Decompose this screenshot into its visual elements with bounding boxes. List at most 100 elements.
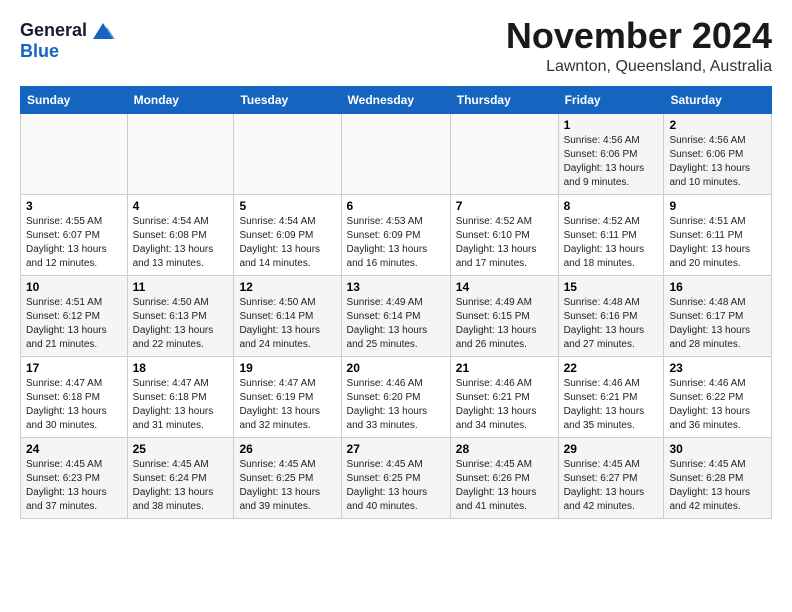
- calendar-cell: [127, 113, 234, 194]
- title-area: November 2024 Lawnton, Queensland, Austr…: [506, 16, 772, 76]
- day-info: Sunrise: 4:54 AM Sunset: 6:09 PM Dayligh…: [239, 215, 335, 271]
- day-number: 30: [669, 442, 766, 456]
- day-number: 19: [239, 361, 335, 375]
- day-info: Sunrise: 4:51 AM Sunset: 6:12 PM Dayligh…: [26, 296, 122, 352]
- calendar-cell: [234, 113, 341, 194]
- day-info: Sunrise: 4:45 AM Sunset: 6:27 PM Dayligh…: [564, 458, 659, 514]
- day-info: Sunrise: 4:46 AM Sunset: 6:20 PM Dayligh…: [347, 377, 445, 433]
- calendar-week-row: 3Sunrise: 4:55 AM Sunset: 6:07 PM Daylig…: [21, 194, 772, 275]
- header-friday: Friday: [558, 86, 664, 113]
- day-info: Sunrise: 4:47 AM Sunset: 6:18 PM Dayligh…: [133, 377, 229, 433]
- header-thursday: Thursday: [450, 86, 558, 113]
- day-info: Sunrise: 4:56 AM Sunset: 6:06 PM Dayligh…: [564, 134, 659, 190]
- calendar-cell: 13 Sunrise: 4:49 AM Sunset: 6:14 PM Dayli…: [341, 275, 450, 356]
- month-title: November 2024: [506, 16, 772, 56]
- day-number: 26: [239, 442, 335, 456]
- location-title: Lawnton, Queensland, Australia: [506, 58, 772, 76]
- calendar-cell: 15 Sunrise: 4:48 AM Sunset: 6:16 PM Dayli…: [558, 275, 664, 356]
- header-monday: Monday: [127, 86, 234, 113]
- calendar-cell: 23 Sunrise: 4:46 AM Sunset: 6:22 PM Dayli…: [664, 356, 772, 437]
- calendar-cell: 24Sunrise: 4:45 AM Sunset: 6:23 PM Dayli…: [21, 437, 128, 518]
- calendar-cell: 3Sunrise: 4:55 AM Sunset: 6:07 PM Daylig…: [21, 194, 128, 275]
- day-info: Sunrise: 4:45 AM Sunset: 6:24 PM Dayligh…: [133, 458, 229, 514]
- calendar-cell: 26 Sunrise: 4:45 AM Sunset: 6:25 PM Dayli…: [234, 437, 341, 518]
- day-number: 21: [456, 361, 553, 375]
- day-info: Sunrise: 4:48 AM Sunset: 6:16 PM Dayligh…: [564, 296, 659, 352]
- calendar-cell: 17 Sunrise: 4:47 AM Sunset: 6:18 PM Dayli…: [21, 356, 128, 437]
- day-info: Sunrise: 4:46 AM Sunset: 6:21 PM Dayligh…: [456, 377, 553, 433]
- day-info: Sunrise: 4:51 AM Sunset: 6:11 PM Dayligh…: [669, 215, 766, 271]
- day-info: Sunrise: 4:53 AM Sunset: 6:09 PM Dayligh…: [347, 215, 445, 271]
- logo-icon: [89, 21, 117, 41]
- day-number: 16: [669, 280, 766, 294]
- day-info: Sunrise: 4:45 AM Sunset: 6:25 PM Dayligh…: [347, 458, 445, 514]
- day-info: Sunrise: 4:56 AM Sunset: 6:06 PM Dayligh…: [669, 134, 766, 190]
- calendar-cell: 21 Sunrise: 4:46 AM Sunset: 6:21 PM Dayli…: [450, 356, 558, 437]
- logo: General Blue: [20, 20, 117, 62]
- day-info: Sunrise: 4:48 AM Sunset: 6:17 PM Dayligh…: [669, 296, 766, 352]
- day-number: 5: [239, 199, 335, 213]
- day-number: 17: [26, 361, 122, 375]
- calendar-table: SundayMondayTuesdayWednesdayThursdayFrid…: [20, 86, 772, 519]
- day-info: Sunrise: 4:50 AM Sunset: 6:14 PM Dayligh…: [239, 296, 335, 352]
- calendar-cell: 10 Sunrise: 4:51 AM Sunset: 6:12 PM Dayli…: [21, 275, 128, 356]
- calendar-cell: 19 Sunrise: 4:47 AM Sunset: 6:19 PM Dayli…: [234, 356, 341, 437]
- calendar-cell: 4Sunrise: 4:54 AM Sunset: 6:08 PM Daylig…: [127, 194, 234, 275]
- day-number: 4: [133, 199, 229, 213]
- logo-blue: Blue: [20, 41, 117, 62]
- day-number: 28: [456, 442, 553, 456]
- day-number: 13: [347, 280, 445, 294]
- day-info: Sunrise: 4:47 AM Sunset: 6:18 PM Dayligh…: [26, 377, 122, 433]
- day-number: 23: [669, 361, 766, 375]
- calendar-cell: 20Sunrise: 4:46 AM Sunset: 6:20 PM Dayli…: [341, 356, 450, 437]
- day-number: 1: [564, 118, 659, 132]
- calendar-cell: 2 Sunrise: 4:56 AM Sunset: 6:06 PM Daylig…: [664, 113, 772, 194]
- day-info: Sunrise: 4:46 AM Sunset: 6:22 PM Dayligh…: [669, 377, 766, 433]
- calendar-cell: 16 Sunrise: 4:48 AM Sunset: 6:17 PM Dayli…: [664, 275, 772, 356]
- day-info: Sunrise: 4:45 AM Sunset: 6:25 PM Dayligh…: [239, 458, 335, 514]
- day-info: Sunrise: 4:49 AM Sunset: 6:15 PM Dayligh…: [456, 296, 553, 352]
- day-info: Sunrise: 4:49 AM Sunset: 6:14 PM Dayligh…: [347, 296, 445, 352]
- day-info: Sunrise: 4:45 AM Sunset: 6:28 PM Dayligh…: [669, 458, 766, 514]
- calendar-cell: 18 Sunrise: 4:47 AM Sunset: 6:18 PM Dayli…: [127, 356, 234, 437]
- day-number: 18: [133, 361, 229, 375]
- calendar-cell: 8Sunrise: 4:52 AM Sunset: 6:11 PM Daylig…: [558, 194, 664, 275]
- day-number: 25: [133, 442, 229, 456]
- header-tuesday: Tuesday: [234, 86, 341, 113]
- day-number: 15: [564, 280, 659, 294]
- header-wednesday: Wednesday: [341, 86, 450, 113]
- calendar-cell: [450, 113, 558, 194]
- calendar-cell: 5 Sunrise: 4:54 AM Sunset: 6:09 PM Daylig…: [234, 194, 341, 275]
- calendar-week-row: 17 Sunrise: 4:47 AM Sunset: 6:18 PM Dayli…: [21, 356, 772, 437]
- calendar-cell: 6 Sunrise: 4:53 AM Sunset: 6:09 PM Daylig…: [341, 194, 450, 275]
- calendar-cell: 29 Sunrise: 4:45 AM Sunset: 6:27 PM Dayli…: [558, 437, 664, 518]
- day-number: 12: [239, 280, 335, 294]
- day-number: 29: [564, 442, 659, 456]
- calendar-week-row: 10 Sunrise: 4:51 AM Sunset: 6:12 PM Dayli…: [21, 275, 772, 356]
- calendar-cell: 25 Sunrise: 4:45 AM Sunset: 6:24 PM Dayli…: [127, 437, 234, 518]
- day-number: 22: [564, 361, 659, 375]
- day-info: Sunrise: 4:46 AM Sunset: 6:21 PM Dayligh…: [564, 377, 659, 433]
- header-sunday: Sunday: [21, 86, 128, 113]
- day-info: Sunrise: 4:55 AM Sunset: 6:07 PM Dayligh…: [26, 215, 122, 271]
- calendar-week-row: 1 Sunrise: 4:56 AM Sunset: 6:06 PM Daylig…: [21, 113, 772, 194]
- day-number: 14: [456, 280, 553, 294]
- header-saturday: Saturday: [664, 86, 772, 113]
- day-info: Sunrise: 4:50 AM Sunset: 6:13 PM Dayligh…: [133, 296, 229, 352]
- day-number: 24: [26, 442, 122, 456]
- calendar-cell: 7Sunrise: 4:52 AM Sunset: 6:10 PM Daylig…: [450, 194, 558, 275]
- day-number: 10: [26, 280, 122, 294]
- day-number: 6: [347, 199, 445, 213]
- day-info: Sunrise: 4:47 AM Sunset: 6:19 PM Dayligh…: [239, 377, 335, 433]
- day-number: 2: [669, 118, 766, 132]
- logo-general: General: [20, 20, 117, 41]
- day-number: 27: [347, 442, 445, 456]
- day-number: 9: [669, 199, 766, 213]
- calendar-cell: 9 Sunrise: 4:51 AM Sunset: 6:11 PM Daylig…: [664, 194, 772, 275]
- calendar-cell: 1 Sunrise: 4:56 AM Sunset: 6:06 PM Daylig…: [558, 113, 664, 194]
- calendar-cell: 30 Sunrise: 4:45 AM Sunset: 6:28 PM Dayli…: [664, 437, 772, 518]
- calendar-cell: 12 Sunrise: 4:50 AM Sunset: 6:14 PM Dayli…: [234, 275, 341, 356]
- day-number: 8: [564, 199, 659, 213]
- day-number: 11: [133, 280, 229, 294]
- calendar-cell: 27 Sunrise: 4:45 AM Sunset: 6:25 PM Dayli…: [341, 437, 450, 518]
